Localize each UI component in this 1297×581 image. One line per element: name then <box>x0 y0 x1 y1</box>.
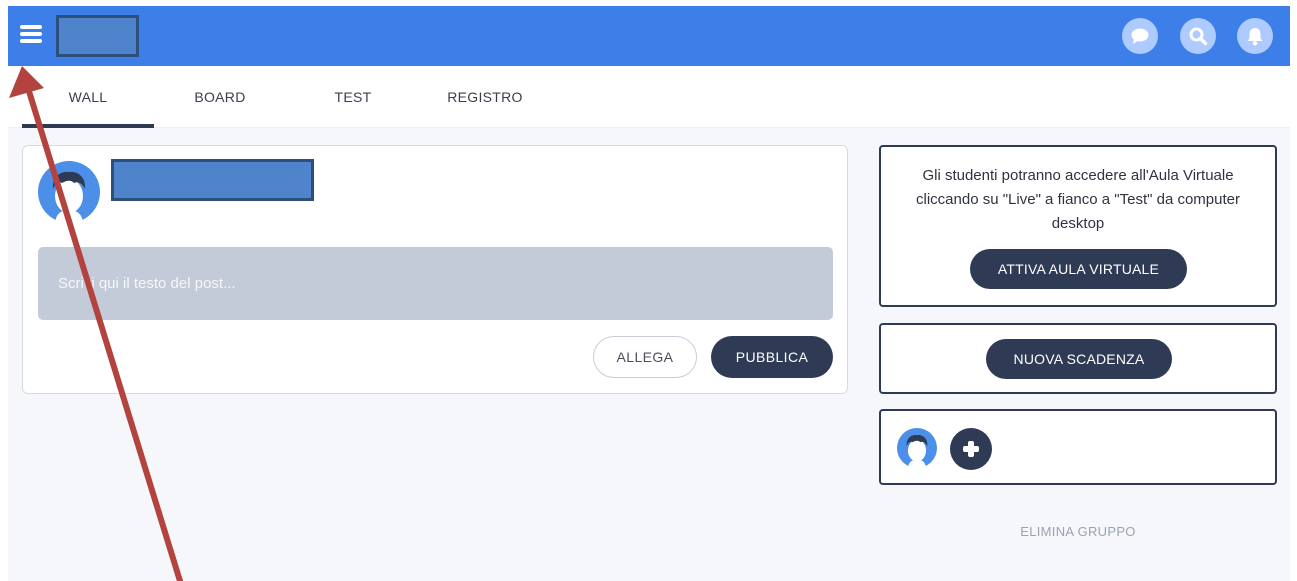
tab-test[interactable]: TEST <box>318 66 388 128</box>
bell-icon[interactable] <box>1237 18 1273 54</box>
virtual-classroom-card: Gli studenti potranno accedere all'Aula … <box>879 145 1277 307</box>
search-icon[interactable] <box>1180 18 1216 54</box>
virtual-classroom-info: Gli studenti potranno accedere all'Aula … <box>916 167 1240 232</box>
app-frame: WALL BOARD TEST REGISTRO ALLEGA PUBBLICA… <box>0 0 1297 581</box>
members-card <box>879 409 1277 485</box>
attach-button[interactable]: ALLEGA <box>593 336 697 378</box>
new-deadline-button[interactable]: NUOVA SCADENZA <box>986 339 1172 379</box>
member-avatar[interactable] <box>897 428 937 468</box>
publish-button[interactable]: PUBBLICA <box>711 336 833 378</box>
top-bar <box>8 6 1290 66</box>
add-member-icon[interactable] <box>950 428 992 470</box>
tab-board[interactable]: BOARD <box>178 66 262 128</box>
new-post-card: ALLEGA PUBBLICA <box>22 145 848 394</box>
menu-icon[interactable] <box>20 25 42 43</box>
user-avatar <box>38 161 100 223</box>
post-text-input[interactable] <box>38 247 833 320</box>
delete-group-link[interactable]: ELIMINA GRUPPO <box>990 524 1166 539</box>
tab-registro[interactable]: REGISTRO <box>438 66 532 128</box>
redacted-logo <box>56 15 139 57</box>
redacted-user-name <box>111 159 314 201</box>
tab-bar: WALL BOARD TEST REGISTRO <box>8 66 1290 128</box>
deadline-card: NUOVA SCADENZA <box>879 323 1277 394</box>
tab-wall[interactable]: WALL <box>22 66 154 128</box>
chat-icon[interactable] <box>1122 18 1158 54</box>
activate-virtual-classroom-button[interactable]: ATTIVA AULA VIRTUALE <box>970 249 1187 289</box>
